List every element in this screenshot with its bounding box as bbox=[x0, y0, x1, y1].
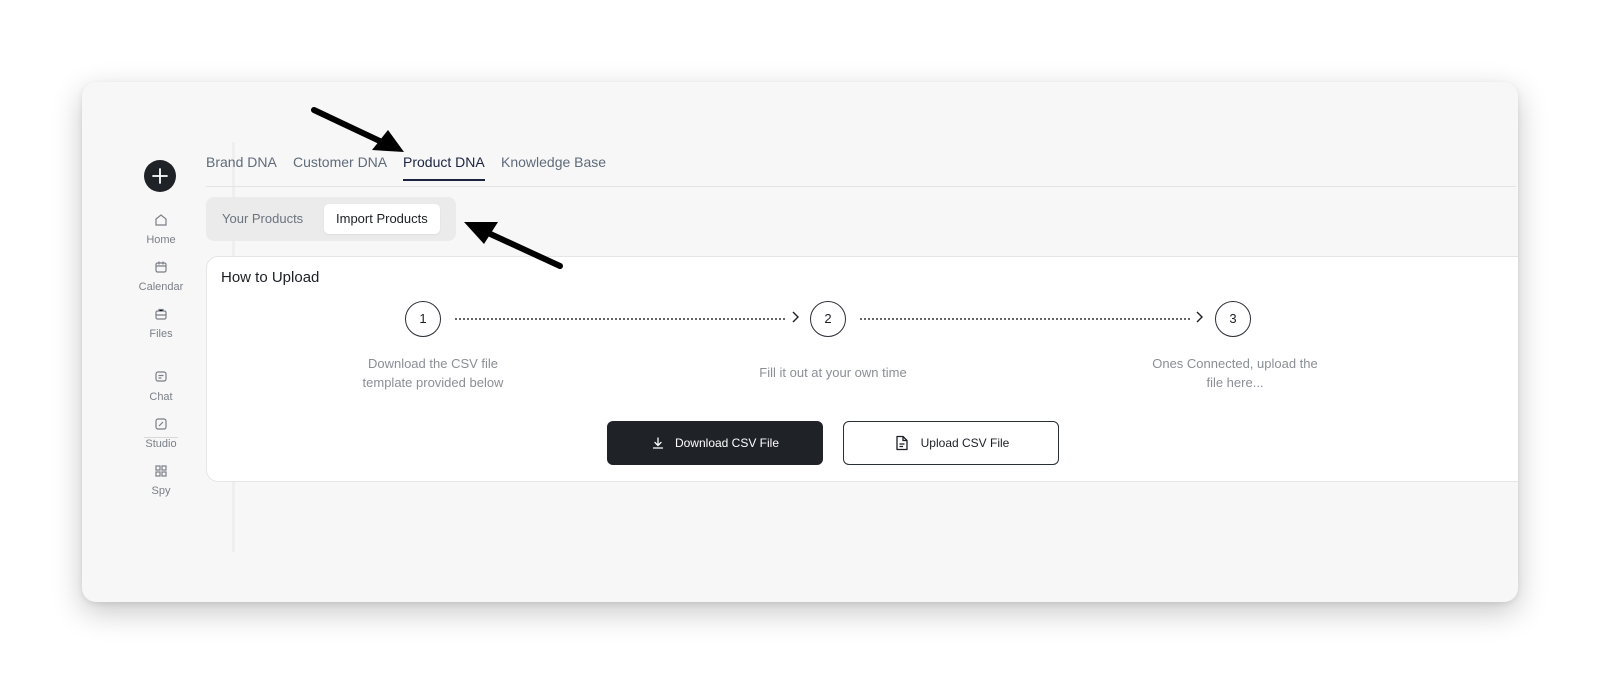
studio-icon bbox=[155, 418, 167, 430]
step-1-badge: 1 bbox=[405, 301, 441, 337]
annotation-arrow-icon bbox=[311, 107, 404, 152]
sidebar-item-label: Studio bbox=[145, 438, 177, 450]
step-3-text: Ones Connected, upload the file here... bbox=[1152, 356, 1318, 390]
chevron-right-icon bbox=[792, 311, 799, 323]
step-2-text: Fill it out at your own time bbox=[759, 365, 907, 380]
create-button[interactable] bbox=[144, 160, 176, 192]
tab-knowledge-base[interactable]: Knowledge Base bbox=[501, 154, 606, 179]
tab-brand-dna[interactable]: Brand DNA bbox=[206, 154, 277, 179]
sidebar-item-studio[interactable]: Studio bbox=[122, 416, 200, 450]
home-icon bbox=[155, 214, 167, 226]
upload-csv-label: Upload CSV File bbox=[920, 436, 1010, 450]
upload-csv-button[interactable]: Upload CSV File bbox=[843, 421, 1059, 465]
product-subtabs: Your Products Import Products bbox=[206, 197, 456, 241]
sidebar-item-label: Files bbox=[149, 328, 173, 340]
sidebar-item-label: Home bbox=[146, 234, 176, 246]
download-csv-label: Download CSV File bbox=[674, 436, 780, 450]
spy-icon bbox=[155, 465, 167, 477]
step-2-badge: 2 bbox=[810, 301, 846, 337]
chat-icon bbox=[155, 371, 167, 382]
sidebar-item-calendar[interactable]: Calendar bbox=[122, 259, 200, 293]
chevron-right-icon bbox=[1196, 311, 1203, 323]
step-connector bbox=[455, 318, 785, 320]
panel-title: How to Upload bbox=[221, 269, 320, 286]
sidebar-item-home[interactable]: Home bbox=[122, 212, 200, 246]
calendar-icon bbox=[155, 261, 167, 273]
download-csv-button[interactable]: Download CSV File bbox=[607, 421, 823, 465]
upload-panel: How to Upload 1 2 3 Download the CSV fil… bbox=[206, 256, 1518, 482]
file-icon bbox=[895, 435, 908, 451]
plus-icon bbox=[152, 168, 168, 184]
subtab-import-products[interactable]: Import Products bbox=[324, 204, 440, 234]
step-3-badge: 3 bbox=[1215, 301, 1251, 337]
step-connector bbox=[860, 318, 1190, 320]
app-window: Home Calendar Files Chat Studio Spy Bran… bbox=[82, 82, 1518, 602]
sidebar-item-label: Chat bbox=[149, 391, 173, 403]
annotation-arrow-icon bbox=[464, 222, 563, 269]
sidebar-item-files[interactable]: Files bbox=[122, 306, 200, 340]
step-1-text: Download the CSV file template provided … bbox=[362, 356, 504, 390]
sidebar-item-spy[interactable]: Spy bbox=[122, 463, 200, 497]
download-icon bbox=[652, 437, 664, 449]
sidebar-item-label: Spy bbox=[151, 485, 171, 497]
subtab-your-products[interactable]: Your Products bbox=[210, 204, 315, 234]
tab-product-dna[interactable]: Product DNA bbox=[403, 154, 485, 181]
sidebar-item-label: Calendar bbox=[138, 281, 184, 293]
files-icon bbox=[155, 308, 167, 320]
sidebar-item-chat[interactable]: Chat bbox=[122, 369, 200, 403]
